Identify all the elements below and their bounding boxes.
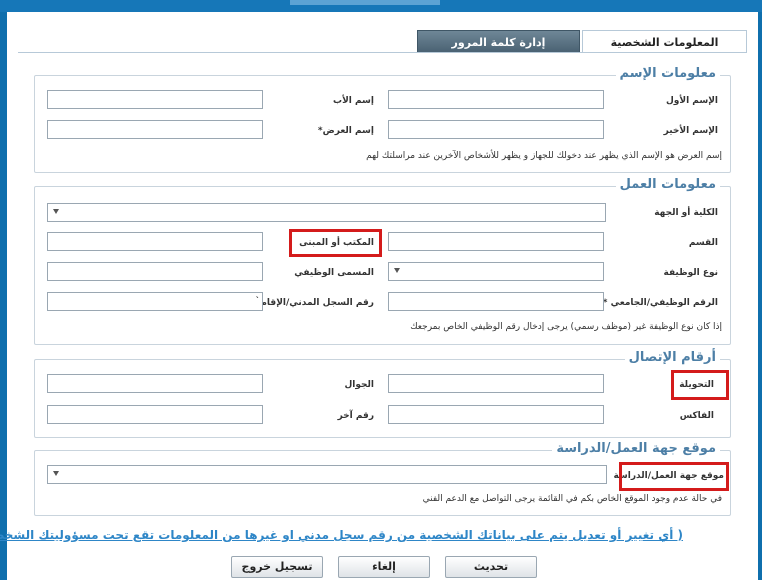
job-type-note: إذا كان نوع الوظيفة غير (موظف رسمي) يرجى…	[410, 322, 722, 332]
father-name-label: إسم الأب	[333, 96, 374, 106]
window-top-strip	[0, 0, 762, 12]
department-label: القسم	[688, 238, 718, 248]
first-name-label: الإسم الأول	[665, 96, 718, 106]
work-location-select[interactable]	[47, 465, 607, 484]
display-name-input[interactable]	[47, 120, 263, 139]
last-name-label: الإسم الأخير	[663, 126, 718, 136]
job-type-select[interactable]	[388, 262, 604, 281]
college-label: الكلية أو الجهة	[654, 208, 718, 218]
civil-id-input[interactable]	[47, 292, 263, 311]
employee-id-input[interactable]	[388, 292, 604, 311]
mobile-input[interactable]	[47, 374, 263, 393]
cancel-button[interactable]: إلغاء	[338, 556, 430, 578]
college-select[interactable]	[47, 203, 606, 222]
name-section-legend: معلومات الإسم	[615, 67, 720, 81]
chevron-down-icon	[53, 209, 59, 214]
contact-section-legend: أرقام الإتصال	[624, 351, 720, 365]
mobile-label: الجوال	[344, 380, 375, 390]
fax-label: الفاكس	[679, 411, 714, 421]
extension-label-highlight	[671, 370, 729, 400]
department-input[interactable]	[388, 232, 604, 251]
last-name-input[interactable]	[388, 120, 604, 139]
chevron-down-icon	[394, 268, 400, 273]
job-title-label: المسمى الوظيفي	[294, 268, 374, 278]
first-name-input[interactable]	[388, 90, 604, 109]
employee-id-label: الرقم الوظيفي/الجامعي *	[602, 298, 718, 308]
extension-input[interactable]	[388, 374, 604, 393]
office-label-highlight	[289, 229, 382, 257]
display-name-note: إسم العرض هو الإسم الذي يظهر عند دخولك ل…	[366, 151, 722, 161]
location-section-legend: موقع جهة العمل/الدراسة	[552, 442, 720, 456]
tab-divider	[18, 52, 747, 53]
contact-numbers-section: أرقام الإتصال	[34, 351, 731, 438]
display-name-label: إسم العرض*	[317, 126, 374, 136]
tab-password-management[interactable]: إدارة كلمة المرور	[417, 30, 580, 53]
office-input[interactable]	[47, 232, 263, 251]
chevron-down-icon	[53, 471, 59, 476]
work-location-note: في حالة عدم وجود الموقع الخاص بكم في الق…	[422, 494, 722, 504]
job-title-input[interactable]	[47, 262, 263, 281]
civil-id-label: رقم السجل المدني/الإقامة	[255, 298, 374, 308]
other-number-label: رقم آخر	[337, 411, 374, 421]
other-number-input[interactable]	[47, 405, 263, 424]
responsibility-disclaimer: ( أي تغيير أو تعديل يتم على بياناتك الشخ…	[0, 528, 683, 542]
fax-input[interactable]	[388, 405, 604, 424]
work-section-legend: معلومات العمل	[615, 178, 720, 192]
father-name-input[interactable]	[47, 90, 263, 109]
job-type-label: نوع الوظيفة	[663, 268, 719, 278]
update-button[interactable]: تحديث	[445, 556, 537, 578]
tab-personal-info[interactable]: المعلومات الشخصية	[582, 30, 747, 53]
work-location-label-highlight	[619, 462, 729, 491]
logout-button[interactable]: تسجيل خروج	[231, 556, 323, 578]
